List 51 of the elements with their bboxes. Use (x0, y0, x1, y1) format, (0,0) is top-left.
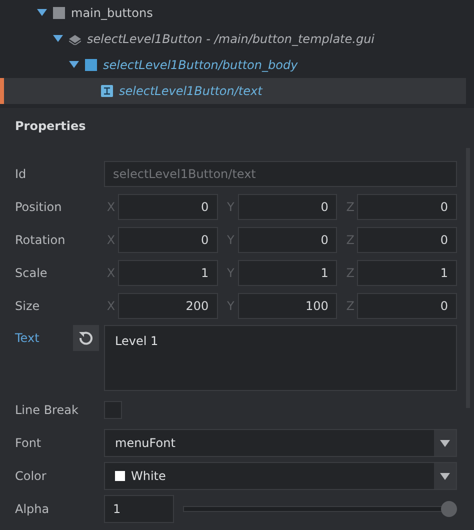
dropdown[interactable]: menuFont (104, 429, 457, 457)
property-label: Color (15, 469, 48, 483)
dropdown-value: menuFont (115, 436, 176, 450)
tree-item[interactable]: selectLevel1Button - /main/button_template.gui (0, 26, 474, 52)
caret-icon (440, 472, 450, 480)
node-label: selectLevel1Button - /main/button_template.gui (87, 32, 375, 46)
node-label: selectLevel1Button/text (119, 84, 262, 98)
text-icon (101, 85, 113, 97)
property-label: Position (15, 200, 63, 214)
number-field[interactable]: 0 (238, 227, 338, 253)
collapse-arrow-icon[interactable] (37, 9, 47, 17)
panel-title: Properties (14, 118, 87, 135)
dropdown-value: White (131, 469, 166, 483)
caret-icon (440, 440, 450, 446)
collapse-arrow-icon[interactable] (69, 61, 79, 69)
property-label: Text (15, 330, 40, 345)
number-field[interactable]: 100 (238, 293, 338, 319)
slider-thumb[interactable] (441, 501, 457, 517)
square-icon (53, 7, 65, 19)
number-field[interactable]: 1 (238, 260, 338, 286)
number-field[interactable]: 200 (118, 293, 218, 319)
property-label: Alpha (15, 502, 50, 516)
tree-item[interactable]: main_buttons (0, 0, 474, 26)
node-label: main_buttons (71, 6, 153, 20)
property-label: Font (15, 436, 42, 450)
number-field[interactable]: 1 (104, 495, 174, 523)
number-field[interactable]: 0 (238, 194, 338, 220)
number-field[interactable]: 1 (357, 260, 458, 286)
number-field[interactable]: 0 (357, 293, 458, 319)
number-field[interactable]: 0 (118, 194, 218, 220)
number-field[interactable]: 0 (118, 227, 218, 253)
square-icon (85, 59, 97, 71)
tree-item[interactable]: selectLevel1Button/text (0, 78, 466, 104)
property-label: Scale (15, 266, 48, 280)
number-field[interactable]: 0 (357, 227, 458, 253)
collapse-arrow-icon[interactable] (53, 35, 63, 43)
slider[interactable] (183, 501, 457, 517)
number-field[interactable]: 1 (118, 260, 218, 286)
text-area[interactable]: Level 1 (104, 325, 457, 391)
property-label: Rotation (15, 233, 66, 247)
dropdown[interactable]: White (104, 462, 457, 490)
node-label: selectLevel1Button/button_body (103, 58, 298, 72)
reset-button[interactable] (73, 325, 99, 351)
layers-icon (69, 33, 81, 45)
tree-item[interactable]: selectLevel1Button/button_body (0, 52, 474, 78)
property-label: Id (15, 167, 28, 181)
reset-icon (78, 330, 94, 346)
property-label: Size (15, 299, 41, 313)
number-field[interactable]: 0 (357, 194, 458, 220)
property-label: Line Break (15, 403, 80, 417)
checkbox[interactable] (104, 401, 122, 419)
